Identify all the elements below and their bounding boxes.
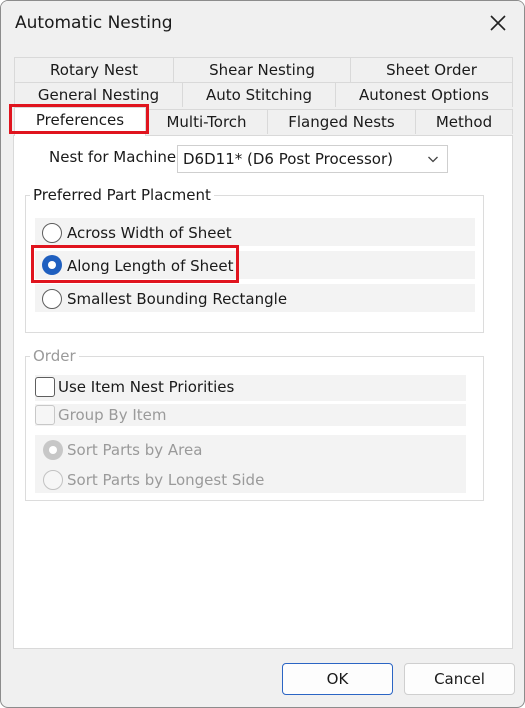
along-length-radio[interactable] <box>42 255 62 275</box>
tab-general-nesting[interactable]: General Nesting <box>14 82 183 107</box>
automatic-nesting-dialog: Automatic Nesting Rotary Nest Shear Nest… <box>0 0 525 708</box>
close-icon <box>490 15 506 31</box>
tab-method[interactable]: Method <box>415 109 513 134</box>
order-group-title: Order <box>30 347 79 365</box>
across-width-radio[interactable] <box>42 223 62 243</box>
chevron-down-icon <box>428 156 438 163</box>
tab-flanged-nests[interactable]: Flanged Nests <box>267 109 416 134</box>
placement-group-title: Preferred Part Placment <box>30 186 214 204</box>
use-priorities-checkbox[interactable] <box>35 377 55 397</box>
sort-area-label: Sort Parts by Area <box>67 441 203 459</box>
tab-rotary-nest[interactable]: Rotary Nest <box>14 57 174 82</box>
across-width-label: Across Width of Sheet <box>67 224 232 242</box>
nest-for-machine-label: Nest for Machine <box>49 148 177 166</box>
title-bar: Automatic Nesting <box>1 1 524 45</box>
use-priorities-label: Use Item Nest Priorities <box>58 378 235 396</box>
sort-longest-radio[interactable] <box>43 470 63 490</box>
along-length-label: Along Length of Sheet <box>67 257 234 275</box>
sort-area-radio[interactable] <box>43 440 63 460</box>
smallest-bounding-radio[interactable] <box>42 289 62 309</box>
tab-strip: Rotary Nest Shear Nesting Sheet Order Ge… <box>1 57 524 137</box>
close-button[interactable] <box>486 11 510 35</box>
tab-sheet-order[interactable]: Sheet Order <box>350 57 513 82</box>
sort-longest-label: Sort Parts by Longest Side <box>67 471 265 489</box>
machine-select-value: D6D11* (D6 Post Processor) <box>183 150 393 168</box>
tab-autonest-options[interactable]: Autonest Options <box>335 82 513 107</box>
machine-select[interactable]: D6D11* (D6 Post Processor) <box>177 145 448 173</box>
group-by-item-checkbox[interactable] <box>35 405 55 425</box>
dialog-title: Automatic Nesting <box>15 13 173 33</box>
smallest-bounding-label: Smallest Bounding Rectangle <box>67 290 288 308</box>
tab-preferences[interactable]: Preferences <box>14 107 146 136</box>
tab-auto-stitching[interactable]: Auto Stitching <box>182 82 336 107</box>
tab-shear-nesting[interactable]: Shear Nesting <box>173 57 351 82</box>
group-by-item-label: Group By Item <box>58 406 167 424</box>
ok-button[interactable]: OK <box>282 663 393 695</box>
tab-multi-torch[interactable]: Multi-Torch <box>145 109 268 134</box>
cancel-button[interactable]: Cancel <box>404 663 515 695</box>
